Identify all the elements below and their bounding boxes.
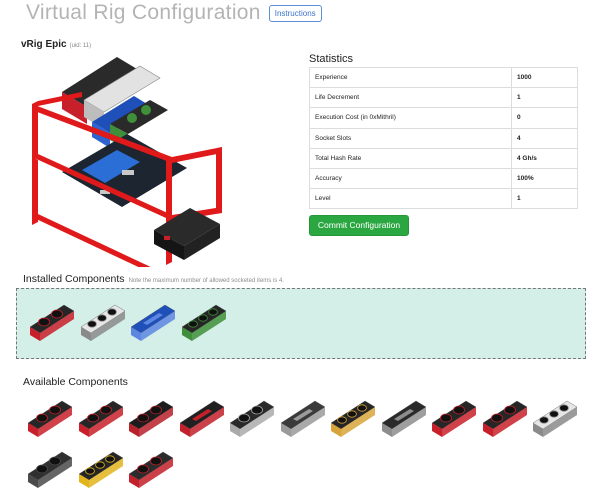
available-gpu-card[interactable] <box>380 397 428 442</box>
gpu-card-icon <box>128 451 174 488</box>
installed-components-note: Note the maximum number of allowed socke… <box>128 278 284 284</box>
instructions-button[interactable]: Instructions <box>268 4 322 22</box>
statistics-row: Level 1 <box>309 188 578 210</box>
statistics-table: Experience 1000 Life Decrement 1 Execution C… <box>309 66 578 210</box>
available-gpu-card[interactable] <box>329 397 377 442</box>
statistic-value: 4 Gh/s <box>511 147 578 169</box>
statistic-value: 1 <box>511 188 578 210</box>
installed-gpu-card[interactable] <box>180 301 228 346</box>
gpu-card-icon <box>532 400 578 437</box>
available-gpu-card[interactable] <box>430 397 478 442</box>
statistic-value: 1000 <box>511 66 578 89</box>
gpu-card-icon <box>78 400 123 437</box>
available-gpu-card[interactable] <box>178 397 226 442</box>
statistic-label: Experience <box>309 66 512 89</box>
available-gpu-card[interactable] <box>26 397 74 442</box>
installed-gpu-card[interactable] <box>129 301 177 346</box>
statistic-value: 0 <box>511 107 578 129</box>
available-components-title: Available Components <box>23 376 128 388</box>
available-gpu-card[interactable] <box>228 397 276 442</box>
statistic-value: 4 <box>511 127 578 149</box>
title-row: Virtual Rig Configuration Instructions <box>26 0 322 26</box>
page-title: Virtual Rig Configuration <box>26 1 261 24</box>
statistic-label: Socket Slots <box>309 127 512 149</box>
available-gpu-card[interactable] <box>531 397 579 442</box>
gpu-card-icon <box>179 400 224 437</box>
gpu-card-icon <box>78 451 124 488</box>
gpu-card-icon <box>80 304 126 341</box>
installed-components-dropzone[interactable] <box>16 288 586 359</box>
statistic-value: 1 <box>511 87 578 109</box>
statistics-row: Socket Slots 4 <box>309 127 578 149</box>
gpu-card-icon <box>431 400 477 437</box>
gpu-card-icon <box>128 400 174 437</box>
installed-gpu-card[interactable] <box>79 301 127 346</box>
statistic-label: Total Hash Rate <box>309 147 512 169</box>
gpu-card-icon <box>27 451 73 488</box>
available-gpu-card[interactable] <box>77 448 125 493</box>
gpu-card-icon <box>181 304 227 341</box>
statistics-row: Execution Cost (in 0xMithril) 0 <box>309 107 578 129</box>
statistics-row: Experience 1000 <box>309 66 578 89</box>
gpu-card-icon <box>482 400 527 437</box>
gpu-card-icon <box>29 304 75 341</box>
available-gpu-card[interactable] <box>127 397 175 442</box>
statistics-row: Life Decrement 1 <box>309 87 578 109</box>
installed-gpu-card[interactable] <box>28 301 76 346</box>
gpu-card-icon <box>330 400 376 437</box>
available-components-header: Available Components <box>23 372 128 390</box>
gpu-card-icon <box>280 400 325 437</box>
available-gpu-card[interactable] <box>481 397 529 442</box>
statistics-title: Statistics <box>309 53 354 65</box>
statistics-row: Total Hash Rate 4 Gh/s <box>309 147 578 169</box>
rig-name-text: vRig Epic <box>21 39 67 50</box>
gpu-card-icon <box>130 304 176 341</box>
statistic-label: Accuracy <box>309 167 512 190</box>
available-gpu-card[interactable] <box>127 448 175 493</box>
rig-uid: (uid: 11) <box>69 43 92 49</box>
statistic-label: Level <box>309 188 512 210</box>
installed-components-title: Installed Components <box>23 273 125 285</box>
gpu-card-icon <box>381 400 426 437</box>
statistic-label: Life Decrement <box>309 87 512 109</box>
commit-configuration-button[interactable]: Commit Configuration <box>309 215 409 236</box>
available-gpu-card[interactable] <box>279 397 327 442</box>
rig-illustration <box>32 57 222 267</box>
statistic-value: 100% <box>511 167 578 190</box>
gpu-card-icon <box>229 400 275 437</box>
installed-components-header: Installed Components Note the maximum nu… <box>23 273 284 285</box>
rig-name: vRig Epic (uid: 11) <box>21 39 91 50</box>
gpu-card-icon <box>27 400 73 437</box>
statistics-row: Accuracy 100% <box>309 167 578 190</box>
available-gpu-card[interactable] <box>77 397 125 442</box>
available-gpu-card[interactable] <box>26 448 74 493</box>
statistic-label: Execution Cost (in 0xMithril) <box>309 107 512 129</box>
